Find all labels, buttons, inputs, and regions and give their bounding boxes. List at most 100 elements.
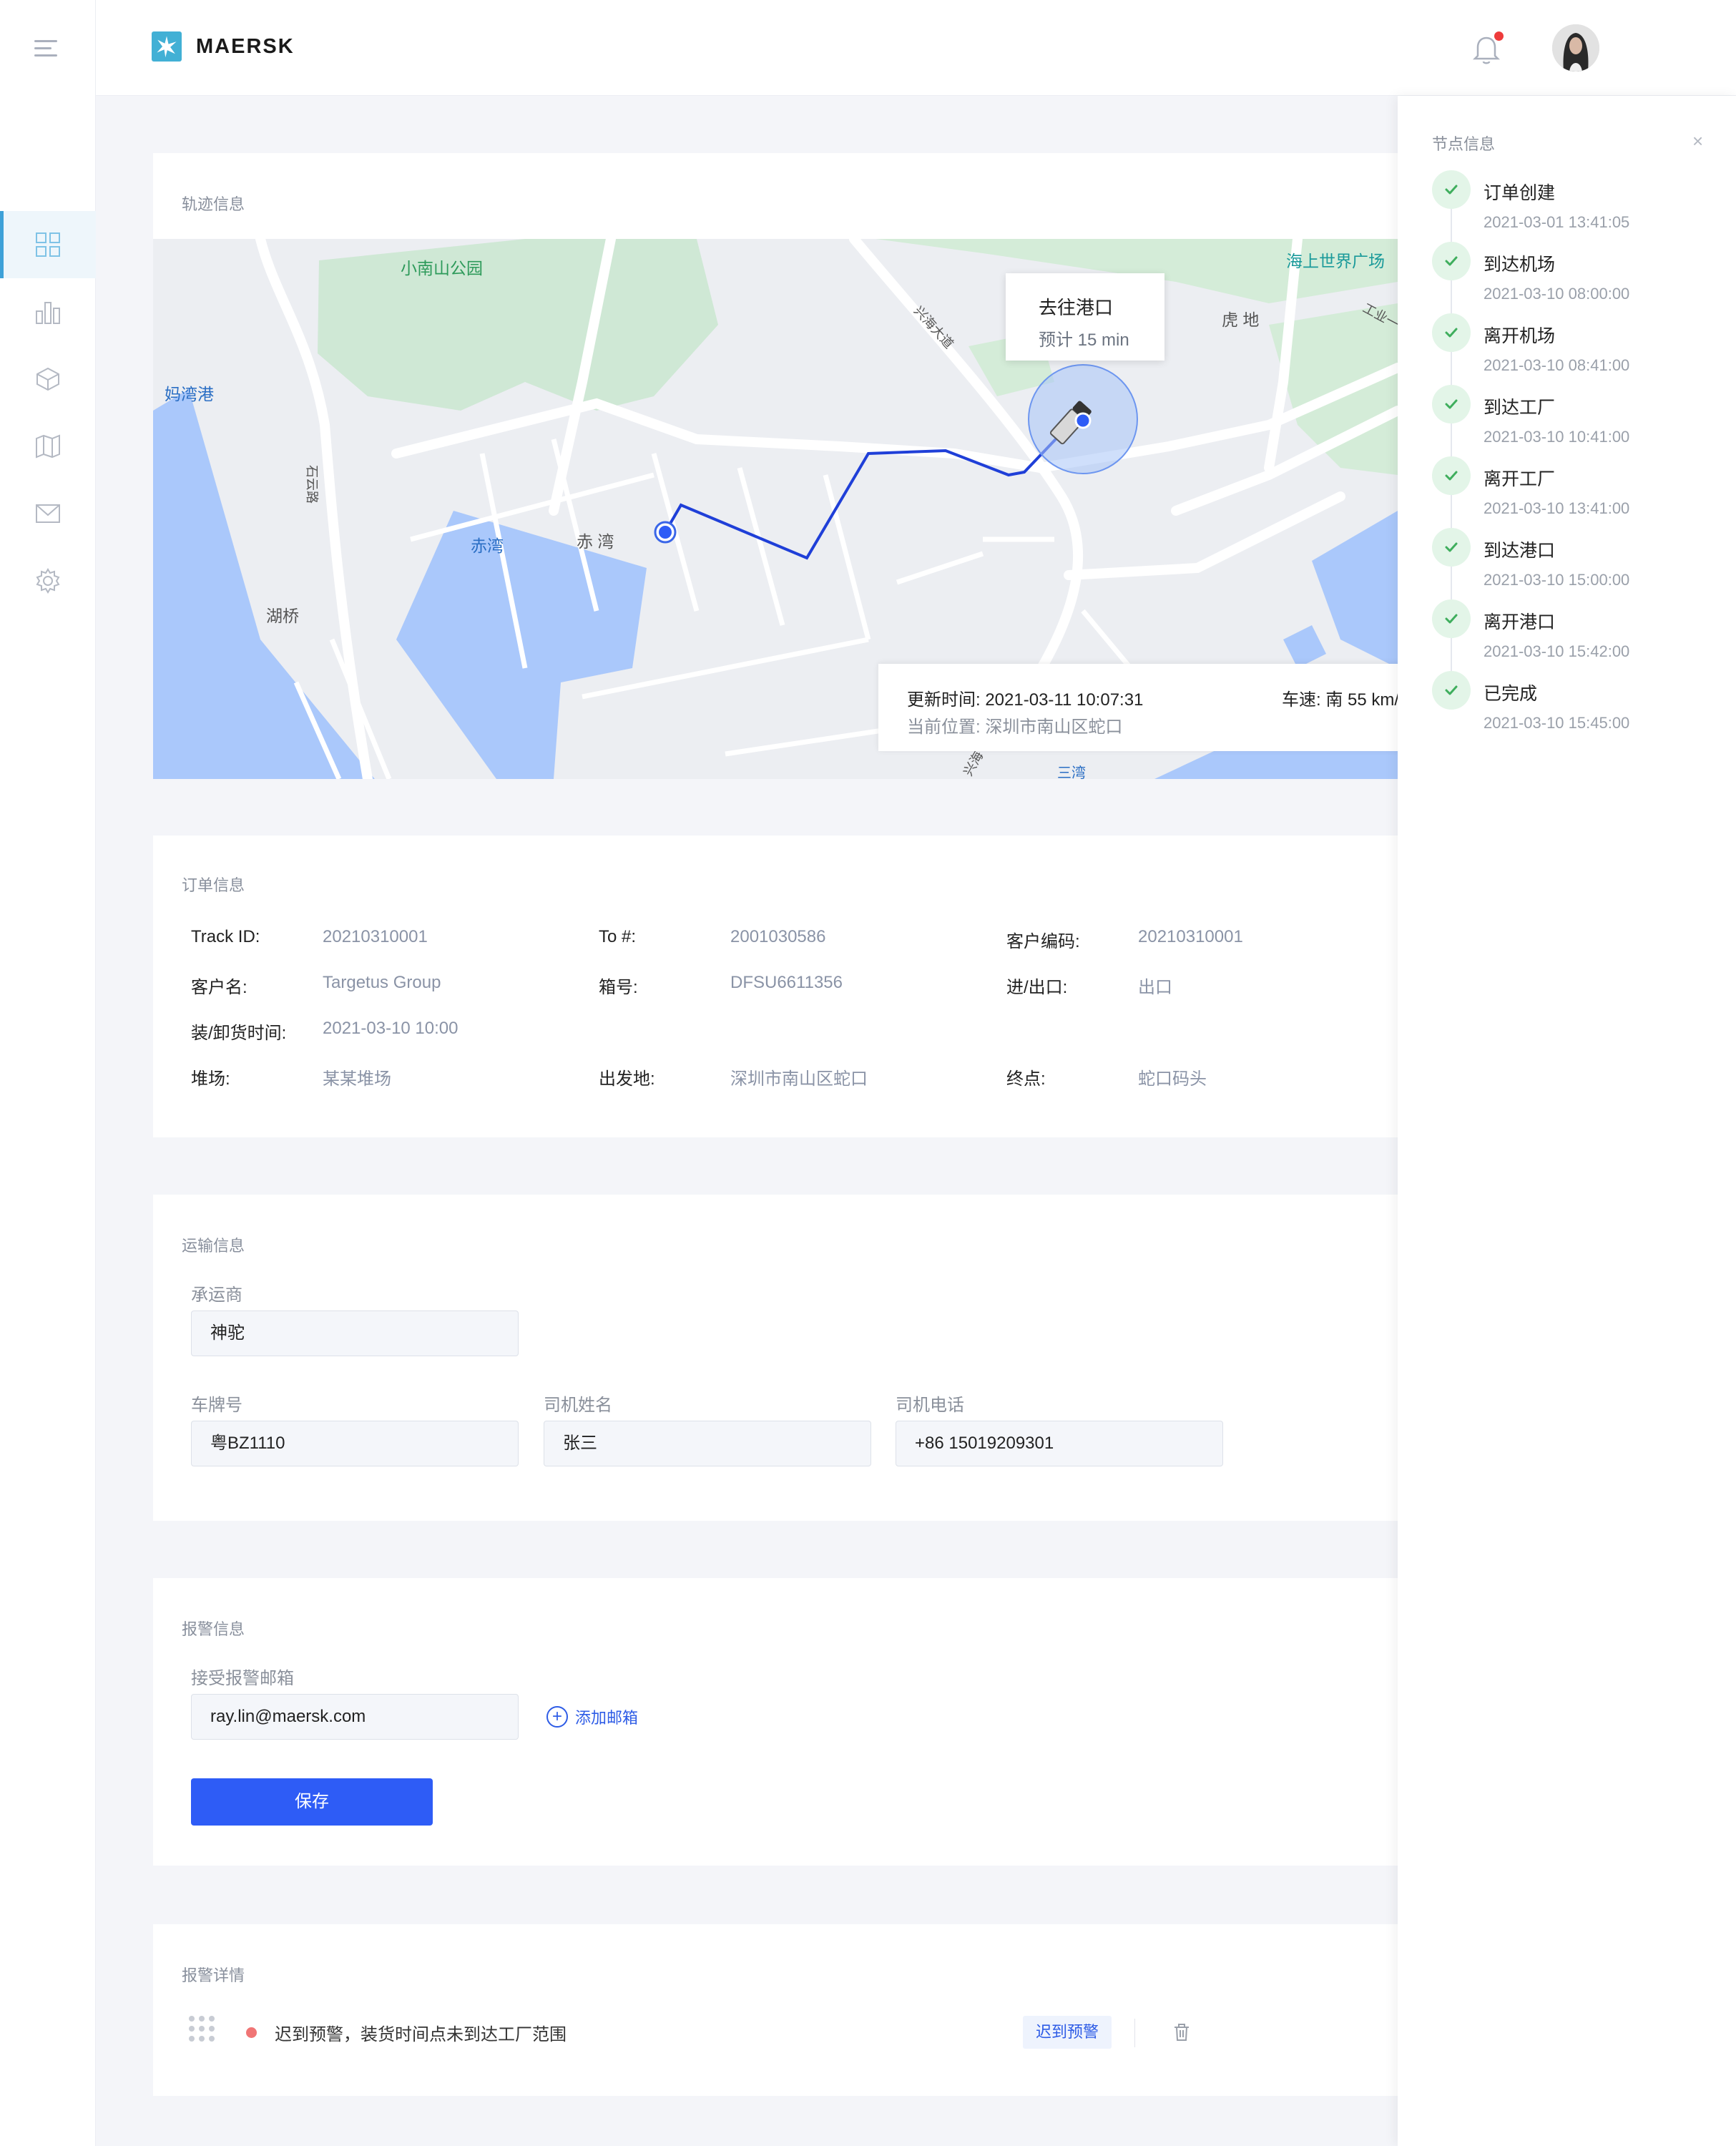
node-name: 到达港口 (1484, 541, 1556, 561)
alarm-status-dot (246, 2027, 257, 2038)
alarm-title: 报警信息 (182, 1620, 245, 1638)
phone-label: 司机电话 (896, 1396, 964, 1415)
hamburger-icon[interactable] (34, 39, 63, 59)
nav-settings[interactable] (0, 547, 96, 614)
nav-messages[interactable] (0, 480, 96, 547)
track-card: 轨迹信息 小南山公园 妈湾港 赤湾 赤 湾 湖桥 海上世界广场 虎 地 兴海大道… (153, 153, 1398, 779)
drag-handle-icon[interactable] (189, 2016, 216, 2044)
node-time: 2021-03-10 10:41:00 (1484, 428, 1630, 446)
side-nav (0, 211, 96, 614)
check-icon (1432, 313, 1471, 352)
left-rail (0, 0, 96, 2146)
check-icon (1432, 671, 1471, 710)
node-time: 2021-03-10 08:00:00 (1484, 285, 1630, 303)
node-time: 2021-03-10 13:41:00 (1484, 499, 1630, 517)
check-icon (1432, 385, 1471, 423)
check-icon (1432, 170, 1471, 209)
node-name: 离开港口 (1484, 612, 1556, 632)
carrier-label: 承运商 (191, 1285, 242, 1305)
driver-label: 司机姓名 (544, 1396, 612, 1415)
bar-chart-icon (36, 302, 60, 324)
alarm-detail-card: 报警详情 迟到预警，装货时间点未到达工厂范围 迟到预警 (153, 1924, 1398, 2096)
plate-label: 车牌号 (191, 1396, 242, 1415)
node-name: 离开机场 (1484, 326, 1556, 346)
eta-popup: 去往港口 预计 15 min (1006, 273, 1164, 361)
node-name: 订单创建 (1484, 183, 1556, 203)
nav-analytics[interactable] (0, 278, 96, 346)
driver-name-input[interactable]: 张三 (544, 1421, 871, 1466)
add-email-button[interactable]: + 添加邮箱 (546, 1705, 638, 1728)
carrier-input[interactable]: 神驼 (191, 1310, 519, 1356)
divider (1134, 2019, 1135, 2047)
vehicle-status-panel: 更新时间: 2021-03-11 10:07:31 当前位置: 深圳市南山区蛇口… (878, 664, 1398, 751)
map-label-park: 小南山公园 (401, 259, 483, 278)
eta-title: 去往港口 (1039, 297, 1114, 318)
node-name: 到达工厂 (1484, 398, 1556, 418)
timeline-node: 离开工厂 2021-03-10 13:41:00 (1432, 456, 1718, 528)
mail-icon (36, 504, 60, 523)
alarm-email-input[interactable]: ray.lin@maersk.com (191, 1694, 519, 1740)
timeline-node: 已完成 2021-03-10 15:45:00 (1432, 671, 1718, 743)
check-icon (1432, 242, 1471, 280)
transport-title: 运输信息 (182, 1237, 245, 1255)
vehicle-speed: 车速: 南 55 km/h (1282, 690, 1398, 710)
check-icon (1432, 599, 1471, 638)
node-name: 离开工厂 (1484, 469, 1556, 489)
user-avatar[interactable] (1552, 24, 1599, 72)
map-label-chiwan-water: 赤湾 (471, 536, 504, 555)
transport-card: 运输信息 承运商 神驼 车牌号 粤BZ1110 司机姓名 张三 司机电话 +86… (153, 1195, 1398, 1521)
nav-shipping[interactable] (0, 346, 96, 413)
alarm-email-label: 接受报警邮箱 (191, 1669, 294, 1688)
add-email-label: 添加邮箱 (575, 1709, 639, 1727)
current-location: 当前位置: 深圳市南山区蛇口 (907, 717, 1123, 737)
star-logo-icon (152, 31, 182, 62)
track-title: 轨迹信息 (182, 195, 245, 213)
check-icon (1432, 528, 1471, 567)
timeline-node: 到达工厂 2021-03-10 10:41:00 (1432, 385, 1718, 456)
trash-icon[interactable] (1173, 2023, 1190, 2042)
check-icon (1432, 456, 1471, 495)
eta-subtitle: 预计 15 min (1039, 330, 1129, 350)
save-button[interactable]: 保存 (191, 1778, 433, 1826)
map-label-chiwan: 赤 湾 (577, 532, 614, 551)
driver-phone-input[interactable]: +86 15019209301 (896, 1421, 1223, 1466)
brand-logo[interactable]: MAERSK (152, 31, 295, 62)
route-map[interactable]: 小南山公园 妈湾港 赤湾 赤 湾 湖桥 海上世界广场 虎 地 兴海大道 石云路 … (153, 239, 1398, 779)
timeline-node: 离开机场 2021-03-10 08:41:00 (1432, 313, 1718, 385)
brand-name: MAERSK (196, 34, 295, 58)
nav-map[interactable] (0, 413, 96, 480)
timeline-node: 离开港口 2021-03-10 15:42:00 (1432, 599, 1718, 671)
map-label-huqiao: 湖桥 (266, 607, 299, 625)
order-card: 订单信息 Track ID: 20210310001 To #: 200103058… (153, 836, 1398, 1137)
close-icon[interactable]: × (1692, 130, 1703, 152)
alarm-detail-title: 报警详情 (182, 1966, 245, 1984)
node-time: 2021-03-10 08:41:00 (1484, 356, 1630, 374)
node-name: 到达机场 (1484, 255, 1556, 275)
node-time: 2021-03-10 15:45:00 (1484, 714, 1630, 732)
map-label-sanwan: 三湾 (1057, 765, 1086, 779)
alarm-type-tag: 迟到预警 (1023, 2016, 1112, 2049)
alarm-card: 报警信息 接受报警邮箱 ray.lin@maersk.com + 添加邮箱 保存 (153, 1578, 1398, 1866)
update-time: 更新时间: 2021-03-11 10:07:31 (907, 690, 1144, 710)
notification-badge (1494, 31, 1504, 41)
alarm-item: 迟到预警，装货时间点未到达工厂范围 迟到预警 (189, 2016, 1369, 2052)
plus-circle-icon: + (546, 1706, 568, 1728)
grid-icon (36, 232, 60, 257)
node-time: 2021-03-10 15:42:00 (1484, 642, 1630, 660)
alarm-text: 迟到预警，装货时间点未到达工厂范围 (275, 2025, 567, 2044)
node-name: 已完成 (1484, 684, 1538, 704)
gear-icon (36, 568, 60, 594)
notification-bell-icon[interactable] (1469, 31, 1504, 67)
nav-dashboard[interactable] (0, 211, 96, 278)
node-panel-title: 节点信息 (1432, 135, 1496, 153)
map-label-mawan: 妈湾港 (165, 385, 214, 403)
order-title: 订单信息 (182, 876, 245, 894)
map-label-plaza: 海上世界广场 (1286, 252, 1385, 270)
plate-input[interactable]: 粤BZ1110 (191, 1421, 519, 1466)
map-label-shiyun: 石云路 (305, 465, 319, 504)
map-label-hudi: 虎 地 (1222, 310, 1260, 329)
map-icon (36, 434, 60, 459)
timeline-node: 到达机场 2021-03-10 08:00:00 (1432, 242, 1718, 313)
node-time: 2021-03-01 13:41:05 (1484, 213, 1630, 231)
timeline-node: 到达港口 2021-03-10 15:00:00 (1432, 528, 1718, 599)
